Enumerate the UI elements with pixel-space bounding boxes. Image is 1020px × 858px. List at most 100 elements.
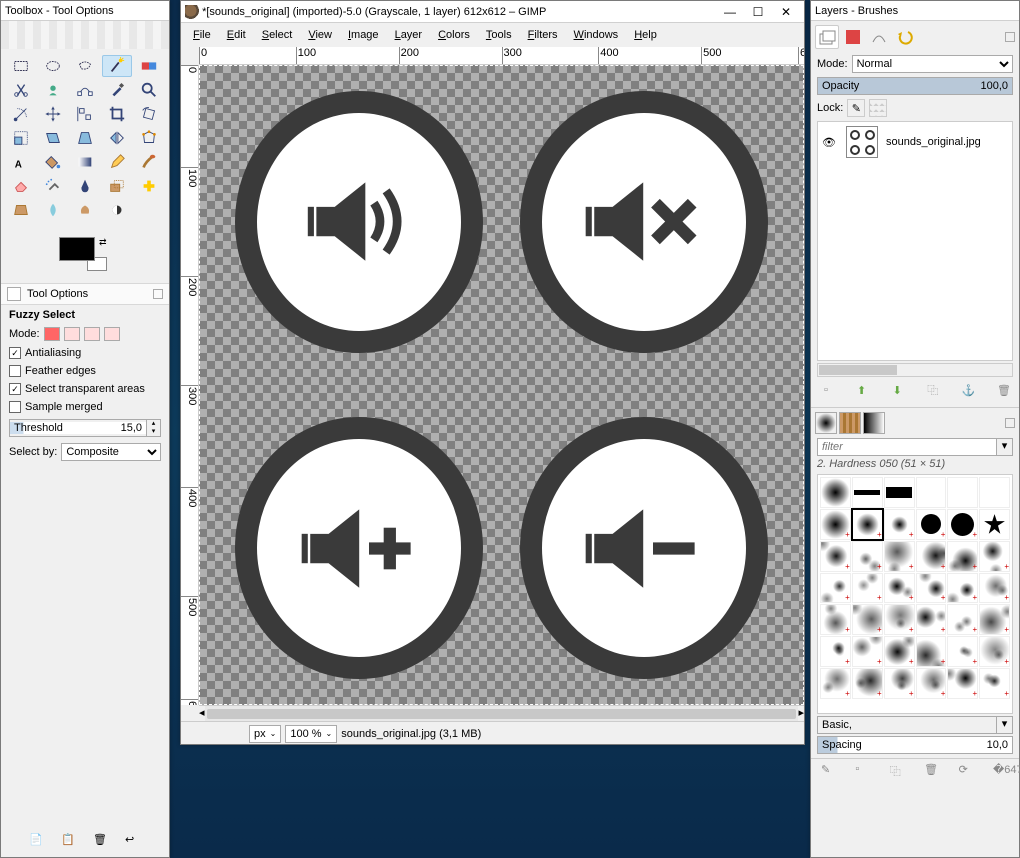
- free-select-tool[interactable]: [70, 55, 100, 77]
- perspective-clone-tool[interactable]: [6, 199, 36, 221]
- crop-tool[interactable]: [102, 103, 132, 125]
- new-brush-icon[interactable]: ▫: [855, 763, 871, 779]
- brush-tab-gradient[interactable]: [863, 412, 885, 434]
- paths-tab[interactable]: [867, 25, 891, 49]
- brush-cell[interactable]: [916, 477, 947, 508]
- restore-options-icon[interactable]: 📋: [61, 833, 77, 849]
- brush-cell[interactable]: +: [979, 668, 1010, 699]
- brush-cell[interactable]: +: [884, 573, 915, 604]
- move-tool[interactable]: [38, 103, 68, 125]
- brush-cell[interactable]: +: [979, 636, 1010, 667]
- feather-check[interactable]: Feather edges: [9, 365, 161, 377]
- clone-tool[interactable]: [102, 175, 132, 197]
- bucket-fill-tool[interactable]: [38, 151, 68, 173]
- brush-cell[interactable]: +: [884, 541, 915, 572]
- edit-brush-icon[interactable]: ✎: [821, 763, 837, 779]
- ruler-vertical[interactable]: 0 100 200 300 400 500 600: [181, 65, 199, 705]
- brush-cell[interactable]: [852, 477, 883, 508]
- brush-cell[interactable]: +: [852, 604, 883, 635]
- swap-colors-icon[interactable]: ⇄: [99, 237, 107, 248]
- delete-brush-icon[interactable]: 🗑: [924, 763, 940, 779]
- mode-intersect[interactable]: [104, 327, 120, 341]
- opacity-slider[interactable]: Opacity100,0: [817, 77, 1013, 95]
- menu-image[interactable]: Image: [340, 25, 387, 45]
- brush-cell[interactable]: +: [820, 573, 851, 604]
- brush-cell[interactable]: +: [916, 509, 947, 540]
- brush-cell[interactable]: +: [884, 636, 915, 667]
- pencil-tool[interactable]: [102, 151, 132, 173]
- ink-tool[interactable]: [70, 175, 100, 197]
- brush-cell[interactable]: +: [852, 668, 883, 699]
- heal-tool[interactable]: [134, 175, 164, 197]
- brush-cell[interactable]: [979, 509, 1010, 540]
- align-tool[interactable]: [70, 103, 100, 125]
- save-options-icon[interactable]: 📄: [29, 833, 45, 849]
- menu-filters[interactable]: Filters: [520, 25, 566, 45]
- foreground-color[interactable]: [59, 237, 95, 261]
- airbrush-tool[interactable]: [38, 175, 68, 197]
- brush-cell[interactable]: +: [916, 541, 947, 572]
- raise-layer-icon[interactable]: ⬆: [853, 381, 871, 399]
- refresh-brush-icon[interactable]: ⟳: [959, 763, 975, 779]
- mode-subtract[interactable]: [84, 327, 100, 341]
- rotate-tool[interactable]: [134, 103, 164, 125]
- fg-bg-colors[interactable]: ⇄: [1, 231, 169, 279]
- brush-tab-soft[interactable]: [815, 412, 837, 434]
- blend-tool[interactable]: [70, 151, 100, 173]
- sample-merged-check[interactable]: Sample merged: [9, 401, 161, 413]
- brush-cell[interactable]: +: [979, 604, 1010, 635]
- layer-item[interactable]: 👁 sounds_original.jpg: [818, 122, 1012, 162]
- menu-view[interactable]: View: [300, 25, 340, 45]
- delete-layer-icon[interactable]: 🗑: [995, 381, 1013, 399]
- brush-cell[interactable]: +: [947, 573, 978, 604]
- mode-replace[interactable]: [44, 327, 60, 341]
- minimize-button[interactable]: —: [716, 3, 744, 21]
- rect-select-tool[interactable]: [6, 55, 36, 77]
- visibility-icon[interactable]: 👁: [822, 136, 838, 149]
- lock-pixels-icon[interactable]: ✎: [847, 99, 865, 117]
- brush-tab-pattern[interactable]: [839, 412, 861, 434]
- text-tool[interactable]: A: [6, 151, 36, 173]
- brush-cell[interactable]: +: [884, 668, 915, 699]
- menu-edit[interactable]: Edit: [219, 25, 254, 45]
- duplicate-brush-icon[interactable]: ⿻: [890, 763, 906, 779]
- color-picker-tool[interactable]: [102, 79, 132, 101]
- transparent-check[interactable]: Select transparent areas: [9, 383, 161, 395]
- blur-tool[interactable]: [38, 199, 68, 221]
- layer-name[interactable]: sounds_original.jpg: [886, 136, 981, 148]
- new-layer-icon[interactable]: ▫: [817, 381, 835, 399]
- layers-tab[interactable]: [815, 25, 839, 49]
- brush-cell[interactable]: +: [884, 509, 915, 540]
- menu-tools[interactable]: Tools: [478, 25, 520, 45]
- brush-filter-input[interactable]: [817, 438, 997, 456]
- ruler-horizontal[interactable]: 0 100 200 300 400 500 600: [199, 47, 804, 65]
- brush-cell[interactable]: +: [947, 541, 978, 572]
- lower-layer-icon[interactable]: ⬇: [888, 381, 906, 399]
- close-button[interactable]: ✕: [772, 3, 800, 21]
- brush-cell[interactable]: +: [820, 509, 851, 540]
- menu-triangle-icon[interactable]: [153, 289, 163, 299]
- reset-options-icon[interactable]: ↩: [125, 833, 141, 849]
- flip-tool[interactable]: [102, 127, 132, 149]
- menu-help[interactable]: Help: [626, 25, 665, 45]
- unit-dropdown[interactable]: px: [249, 725, 281, 743]
- preset-dropdown-icon[interactable]: ▾: [997, 716, 1013, 734]
- menu-file[interactable]: File: [185, 25, 219, 45]
- fuzzy-select-tool[interactable]: [102, 55, 132, 77]
- layer-list[interactable]: 👁 sounds_original.jpg: [817, 121, 1013, 361]
- brush-cell[interactable]: +: [947, 668, 978, 699]
- canvas[interactable]: [199, 65, 804, 705]
- tabs-menu-icon[interactable]: [1005, 32, 1015, 42]
- maximize-button[interactable]: ☐: [744, 3, 772, 21]
- lock-alpha-icon[interactable]: [869, 99, 887, 117]
- undo-tab[interactable]: [893, 25, 917, 49]
- brush-cell[interactable]: +: [852, 541, 883, 572]
- measure-tool[interactable]: [6, 103, 36, 125]
- paths-tool[interactable]: [70, 79, 100, 101]
- shear-tool[interactable]: [38, 127, 68, 149]
- open-as-image-icon[interactable]: �647: [993, 763, 1009, 779]
- brush-cell[interactable]: [979, 477, 1010, 508]
- smudge-tool[interactable]: [70, 199, 100, 221]
- brush-grid[interactable]: + + + + + for(let i=0;i<30;i++){document…: [817, 474, 1013, 714]
- spin-up-icon[interactable]: ▴: [146, 420, 160, 428]
